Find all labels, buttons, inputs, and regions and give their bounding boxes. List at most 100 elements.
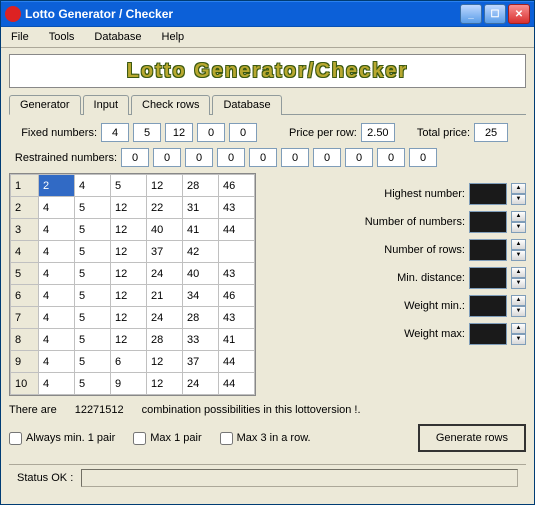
grid-cell[interactable]: 24	[147, 263, 183, 285]
grid-cell[interactable]: 5	[75, 241, 111, 263]
grid-cell[interactable]: 12	[111, 307, 147, 329]
tab-database[interactable]: Database	[212, 95, 281, 115]
fixed-number-input-1[interactable]	[133, 123, 161, 142]
weight-min-value[interactable]	[469, 295, 507, 317]
grid-cell[interactable]: 2	[39, 175, 75, 197]
max-3-in-a-row-checkbox[interactable]	[220, 432, 233, 445]
grid-cell[interactable]: 21	[147, 285, 183, 307]
grid-cell[interactable]: 12	[111, 241, 147, 263]
number-of-rows-value[interactable]	[469, 239, 507, 261]
grid-cell[interactable]: 12	[147, 373, 183, 395]
grid-cell[interactable]: 44	[219, 219, 255, 241]
grid-cell[interactable]: 4	[75, 175, 111, 197]
grid-cell[interactable]: 43	[219, 263, 255, 285]
tab-generator[interactable]: Generator	[9, 95, 81, 115]
grid-cell[interactable]: 28	[183, 307, 219, 329]
grid-cell[interactable]: 44	[219, 351, 255, 373]
highest-number-up[interactable]: ▲	[511, 183, 526, 194]
grid-row-header[interactable]: 1	[11, 175, 39, 197]
grid-cell[interactable]: 4	[39, 219, 75, 241]
grid-cell[interactable]: 5	[75, 219, 111, 241]
grid-row-header[interactable]: 2	[11, 197, 39, 219]
grid-cell[interactable]: 12	[111, 219, 147, 241]
grid-cell[interactable]: 37	[183, 351, 219, 373]
weight-max-value[interactable]	[469, 323, 507, 345]
number-of-numbers-up[interactable]: ▲	[511, 211, 526, 222]
grid-row-header[interactable]: 9	[11, 351, 39, 373]
grid-cell[interactable]: 5	[111, 175, 147, 197]
price-per-row-input[interactable]	[361, 123, 395, 142]
menu-tools[interactable]: Tools	[45, 29, 79, 45]
grid-cell[interactable]: 12	[147, 175, 183, 197]
grid-cell[interactable]	[219, 241, 255, 263]
grid-cell[interactable]: 4	[39, 351, 75, 373]
grid-cell[interactable]: 46	[219, 285, 255, 307]
max-1-pair-checkbox[interactable]	[133, 432, 146, 445]
highest-number-down[interactable]: ▼	[511, 194, 526, 205]
grid-row-header[interactable]: 5	[11, 263, 39, 285]
grid-cell[interactable]: 12	[111, 197, 147, 219]
grid-cell[interactable]: 31	[183, 197, 219, 219]
grid-cell[interactable]: 5	[75, 307, 111, 329]
grid-cell[interactable]: 5	[75, 285, 111, 307]
grid-cell[interactable]: 12	[111, 263, 147, 285]
weight-min-down[interactable]: ▼	[511, 306, 526, 317]
grid-cell[interactable]: 37	[147, 241, 183, 263]
grid-cell[interactable]: 28	[147, 329, 183, 351]
grid-row-header[interactable]: 4	[11, 241, 39, 263]
grid-cell[interactable]: 4	[39, 197, 75, 219]
generate-rows-button[interactable]: Generate rows	[418, 424, 526, 452]
grid-cell[interactable]: 5	[75, 351, 111, 373]
restrained-input-1[interactable]	[153, 148, 181, 167]
grid-cell[interactable]: 44	[219, 373, 255, 395]
grid-cell[interactable]: 5	[75, 373, 111, 395]
grid-cell[interactable]: 46	[219, 175, 255, 197]
grid-row-header[interactable]: 6	[11, 285, 39, 307]
fixed-number-input-0[interactable]	[101, 123, 129, 142]
number-of-numbers-down[interactable]: ▼	[511, 222, 526, 233]
grid-cell[interactable]: 43	[219, 307, 255, 329]
grid-row-header[interactable]: 3	[11, 219, 39, 241]
grid-cell[interactable]: 4	[39, 241, 75, 263]
fixed-number-input-2[interactable]	[165, 123, 193, 142]
grid-cell[interactable]: 24	[183, 373, 219, 395]
restrained-input-9[interactable]	[409, 148, 437, 167]
close-button[interactable]: ✕	[508, 4, 530, 24]
number-of-rows-up[interactable]: ▲	[511, 239, 526, 250]
grid-cell[interactable]: 5	[75, 329, 111, 351]
restrained-input-8[interactable]	[377, 148, 405, 167]
restrained-input-4[interactable]	[249, 148, 277, 167]
restrained-input-6[interactable]	[313, 148, 341, 167]
grid-cell[interactable]: 12	[111, 285, 147, 307]
tab-check-rows[interactable]: Check rows	[131, 95, 210, 115]
fixed-number-input-3[interactable]	[197, 123, 225, 142]
grid-cell[interactable]: 12	[147, 351, 183, 373]
results-grid[interactable]: 1245122846245122231433451240414444512374…	[10, 174, 255, 395]
grid-row-header[interactable]: 8	[11, 329, 39, 351]
grid-cell[interactable]: 4	[39, 329, 75, 351]
min-distance-value[interactable]	[469, 267, 507, 289]
maximize-button[interactable]: ☐	[484, 4, 506, 24]
grid-cell[interactable]: 6	[111, 351, 147, 373]
grid-cell[interactable]: 33	[183, 329, 219, 351]
minimize-button[interactable]: _	[460, 4, 482, 24]
grid-cell[interactable]: 4	[39, 307, 75, 329]
weight-max-down[interactable]: ▼	[511, 334, 526, 345]
grid-cell[interactable]: 42	[183, 241, 219, 263]
grid-cell[interactable]: 40	[183, 263, 219, 285]
min-distance-down[interactable]: ▼	[511, 278, 526, 289]
grid-cell[interactable]: 34	[183, 285, 219, 307]
grid-cell[interactable]: 4	[39, 263, 75, 285]
number-of-rows-down[interactable]: ▼	[511, 250, 526, 261]
min-distance-up[interactable]: ▲	[511, 267, 526, 278]
highest-number-value[interactable]	[469, 183, 507, 205]
grid-cell[interactable]: 5	[75, 263, 111, 285]
grid-row-header[interactable]: 10	[11, 373, 39, 395]
grid-cell[interactable]: 4	[39, 373, 75, 395]
menu-help[interactable]: Help	[158, 29, 189, 45]
menu-file[interactable]: File	[7, 29, 33, 45]
grid-cell[interactable]: 41	[183, 219, 219, 241]
total-price-input[interactable]	[474, 123, 508, 142]
number-of-numbers-value[interactable]	[469, 211, 507, 233]
grid-cell[interactable]: 22	[147, 197, 183, 219]
